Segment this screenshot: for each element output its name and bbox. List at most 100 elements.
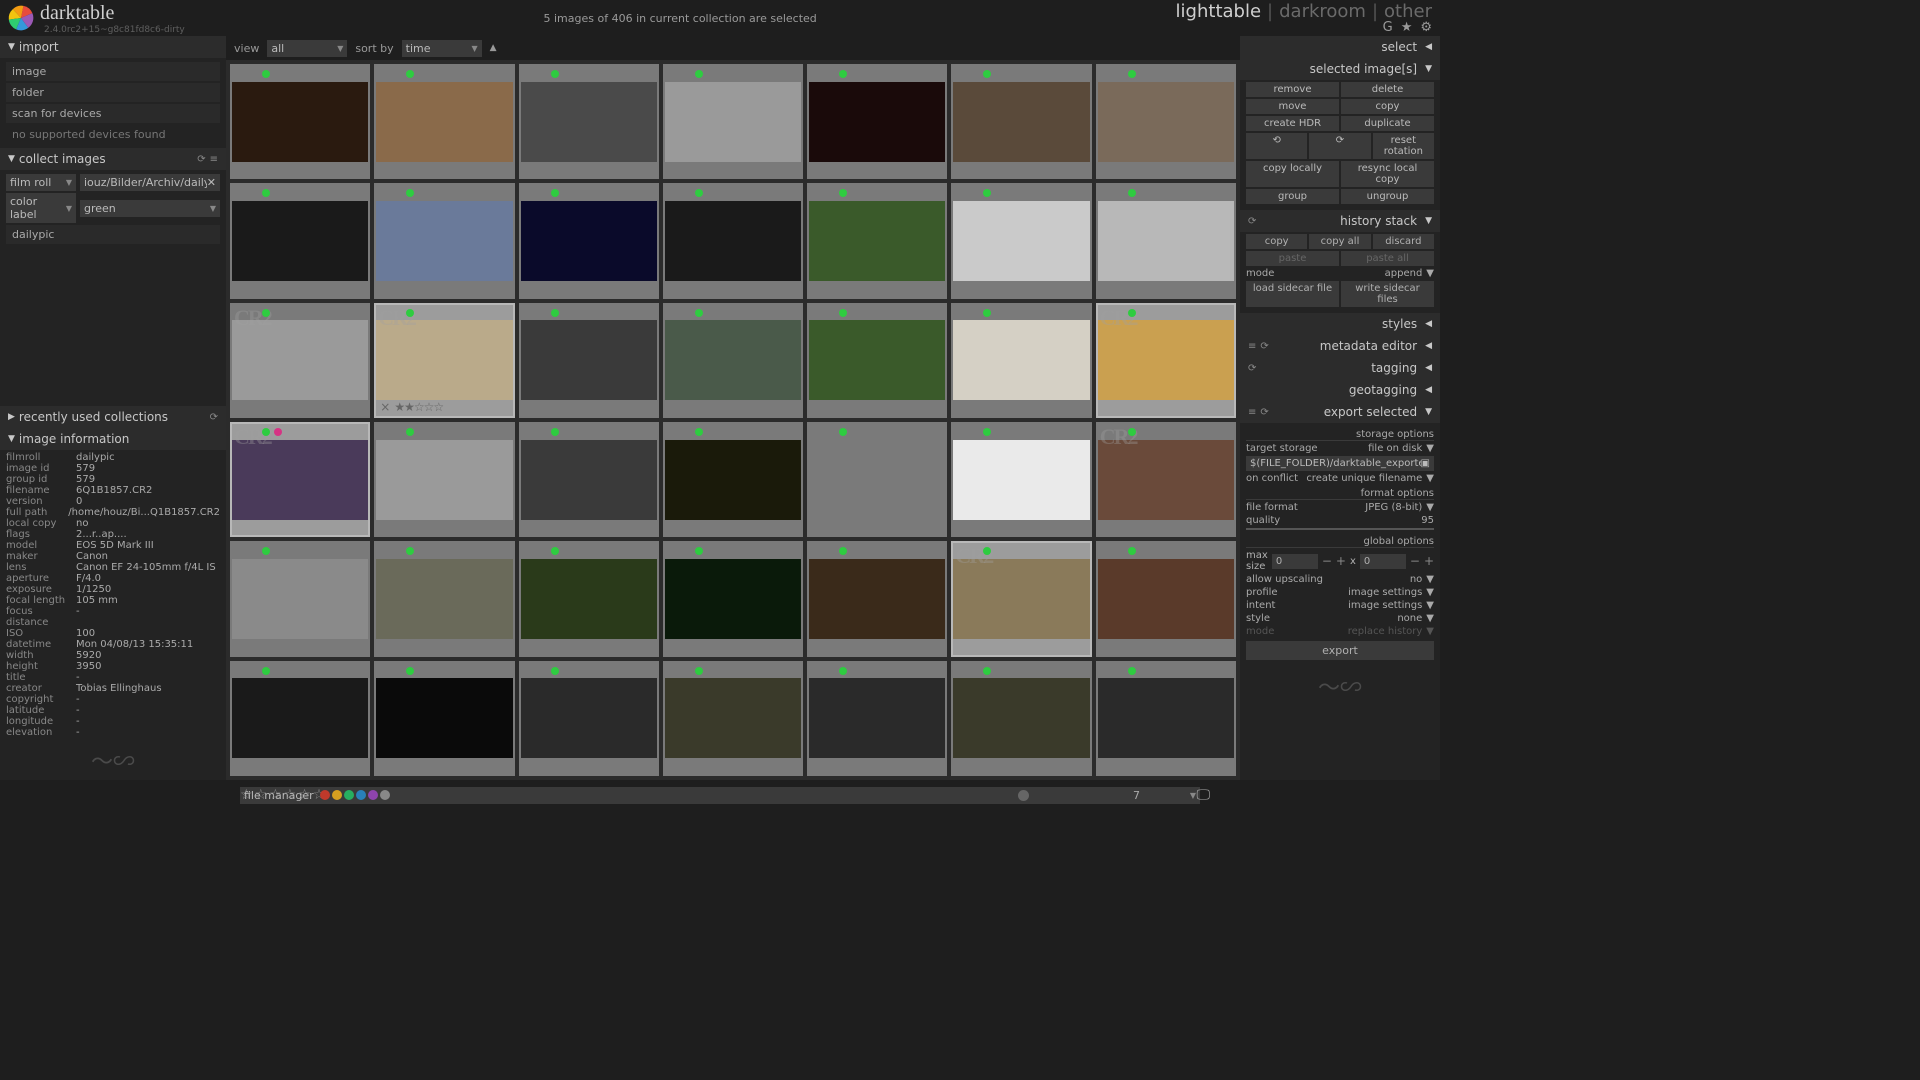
thumbnail[interactable] (230, 541, 370, 656)
sel-btn[interactable]: duplicate (1341, 116, 1434, 131)
max-height-input[interactable]: 0 (1360, 554, 1406, 569)
thumbnail[interactable] (663, 661, 803, 776)
preferences-icon[interactable]: ⚙ (1420, 20, 1432, 35)
thumbnail[interactable] (663, 64, 803, 179)
thumbnail[interactable] (374, 64, 514, 179)
max-width-input[interactable]: 0 (1272, 554, 1318, 569)
quality-slider[interactable] (1246, 528, 1434, 530)
thumbnail[interactable] (230, 64, 370, 179)
reset-icon[interactable]: ⟳ (1260, 341, 1268, 352)
thumbnail[interactable]: CR2×★★☆☆☆ (374, 303, 514, 418)
star-overlay-icon[interactable]: ★ (1401, 20, 1413, 35)
thumbnail[interactable] (951, 183, 1091, 298)
import-panel-header[interactable]: ▼import (0, 36, 226, 58)
collect-field-1-select[interactable]: film roll▼ (6, 174, 76, 191)
reset-icon[interactable]: ⟳ (210, 412, 218, 423)
thumbnail[interactable] (1096, 541, 1236, 656)
tab-lighttable[interactable]: lighttable (1176, 1, 1261, 22)
sel-btn[interactable]: ⟳ (1309, 133, 1370, 159)
export-button[interactable]: export (1246, 641, 1434, 660)
sel-btn[interactable]: reset rotation (1373, 133, 1434, 159)
thumbnail[interactable] (1096, 64, 1236, 179)
upscale-select[interactable]: no (1410, 574, 1422, 585)
reset-icon[interactable]: ⟳ (1248, 216, 1256, 227)
thumbnail[interactable]: CR2 (1096, 303, 1236, 418)
export-path-input[interactable]: $(FILE_FOLDER)/darktable_exported/img_▣ (1246, 456, 1434, 471)
thumbnail[interactable] (374, 183, 514, 298)
rating-filter[interactable]: ☆☆☆☆☆☆ (240, 787, 327, 803)
thumbnail[interactable] (519, 541, 659, 656)
conflict-select[interactable]: create unique filename (1306, 473, 1422, 484)
collect-field-2-select[interactable]: color label▼ (6, 193, 76, 223)
thumbnail-grid[interactable]: CR2CR2×★★☆☆☆CR2CR2CR2CR2 (226, 60, 1240, 780)
sel-btn[interactable]: delete (1341, 82, 1434, 97)
history-mode-select[interactable]: append (1385, 268, 1423, 279)
style-select[interactable]: none (1397, 613, 1422, 624)
styles-panel-header[interactable]: styles◀ (1240, 313, 1440, 335)
thumbnail[interactable] (807, 64, 947, 179)
folder-icon[interactable]: ▣ (1421, 458, 1430, 469)
import-folder-button[interactable]: folder (6, 83, 220, 102)
file-format-select[interactable]: JPEG (8-bit) (1365, 502, 1422, 513)
thumbnail[interactable]: CR2 (951, 541, 1091, 656)
tagging-panel-header[interactable]: ⟳ tagging◀ (1240, 357, 1440, 379)
selected-images-panel-header[interactable]: selected image[s]▼ (1240, 58, 1440, 80)
imageinfo-panel-header[interactable]: ▼image information (0, 428, 226, 450)
target-storage-select[interactable]: file on disk (1368, 443, 1422, 454)
sel-btn[interactable]: ⟲ (1246, 133, 1307, 159)
sel-btn[interactable]: remove (1246, 82, 1339, 97)
history-panel-header[interactable]: ⟳ history stack▼ (1240, 210, 1440, 232)
thumbnail[interactable] (663, 303, 803, 418)
sort-direction-icon[interactable]: ▲ (490, 43, 497, 53)
history-pasteall-button[interactable]: paste all (1341, 251, 1434, 266)
clear-icon[interactable]: ✕ (207, 176, 216, 189)
thumbnail[interactable] (663, 541, 803, 656)
thumbnail[interactable] (1096, 183, 1236, 298)
minus-icon[interactable]: − (1410, 554, 1420, 568)
sel-btn[interactable]: create HDR (1246, 116, 1339, 131)
sel-btn[interactable]: ungroup (1341, 189, 1434, 204)
thumbnail[interactable] (951, 661, 1091, 776)
sel-btn[interactable]: resync local copy (1341, 161, 1434, 187)
grouping-icon[interactable]: G (1383, 20, 1393, 35)
thumbnail[interactable] (663, 183, 803, 298)
thumbnail[interactable] (807, 541, 947, 656)
thumbnail[interactable] (374, 661, 514, 776)
history-copy-button[interactable]: copy (1246, 234, 1307, 249)
metadata-panel-header[interactable]: ≡⟳ metadata editor◀ (1240, 335, 1440, 357)
thumbnail[interactable] (807, 422, 947, 537)
thumbnail[interactable] (519, 422, 659, 537)
history-discard-button[interactable]: discard (1373, 234, 1434, 249)
thumbnail[interactable] (519, 183, 659, 298)
intent-select[interactable]: image settings (1348, 600, 1422, 611)
select-panel-header[interactable]: select◀ (1240, 36, 1440, 58)
collect-result[interactable]: dailypic (6, 225, 220, 244)
minus-icon[interactable]: − (1322, 554, 1332, 568)
sel-btn[interactable]: move (1246, 99, 1339, 114)
recent-panel-header[interactable]: ▶recently used collections ⟳ (0, 406, 226, 428)
plus-icon[interactable]: + (1336, 554, 1346, 568)
sel-btn[interactable]: group (1246, 189, 1339, 204)
load-sidecar-button[interactable]: load sidecar file (1246, 281, 1339, 307)
thumbnail[interactable] (951, 422, 1091, 537)
thumbnail[interactable] (374, 541, 514, 656)
thumbnail[interactable] (807, 303, 947, 418)
thumbnail[interactable]: CR2 (230, 303, 370, 418)
presets-icon[interactable]: ≡ (1248, 341, 1256, 352)
reset-icon[interactable]: ⟳ (1248, 363, 1256, 374)
thumbnail[interactable] (807, 661, 947, 776)
presets-icon[interactable]: ≡ (210, 154, 218, 165)
sel-btn[interactable]: copy locally (1246, 161, 1339, 187)
display-profile-icon[interactable]: 🖵 (1197, 787, 1211, 803)
color-label-filter[interactable] (320, 790, 390, 800)
thumbnail[interactable] (519, 661, 659, 776)
reset-icon[interactable]: ⟳ (1260, 407, 1268, 418)
thumbnail[interactable] (374, 422, 514, 537)
import-image-button[interactable]: image (6, 62, 220, 81)
thumbnail[interactable] (951, 64, 1091, 179)
profile-select[interactable]: image settings (1348, 587, 1422, 598)
thumbnail[interactable] (519, 64, 659, 179)
tab-other[interactable]: other (1384, 1, 1432, 22)
plus-icon[interactable]: + (1424, 554, 1434, 568)
thumbnail[interactable] (519, 303, 659, 418)
